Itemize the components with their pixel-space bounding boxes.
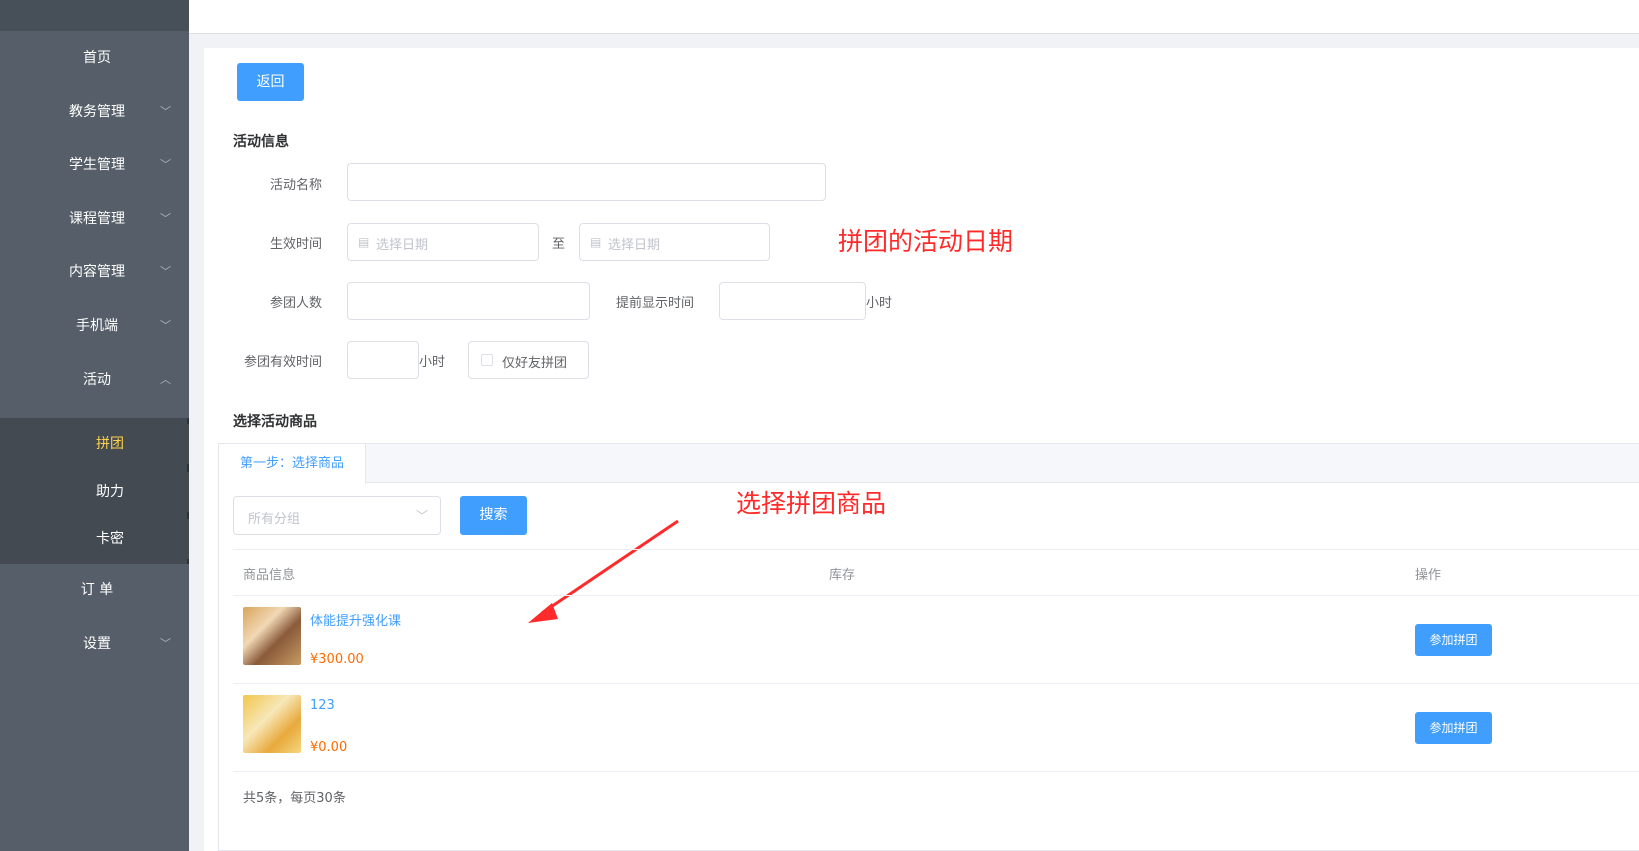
table-top-divider [233,549,1639,550]
chevron-down-icon: ﹀ [160,212,171,225]
group-select[interactable]: 所有分组 ﹀ [233,496,441,535]
select-products-title: 选择活动商品 [233,414,317,430]
sidebar-item-orders[interactable]: 订 单 [0,570,189,610]
chevron-down-icon: ﹀ [415,509,428,523]
group-select-placeholder: 所有分组 [248,512,301,527]
product-name[interactable]: 体能提升强化课 [310,610,401,629]
product-name[interactable]: 123 [310,698,335,713]
chevron-down-icon: ﹀ [160,158,171,171]
valid-time-label: 参团有效时间 [243,355,322,370]
members-input[interactable] [347,282,590,320]
sidebar-item-label: 订 单 [80,582,114,598]
top-bar [189,0,1639,34]
sidebar-item-courses[interactable]: 课程管理 ﹀ [0,199,189,239]
activity-name-label: 活动名称 [269,178,322,193]
sidebar-item-activity[interactable]: 活动 ︿ [0,360,189,400]
date-annotation: 拼团的活动日期 [838,227,1014,256]
effective-time-label: 生效时间 [269,237,322,252]
valid-time-input[interactable] [347,341,419,379]
calendar-icon: ▤ [358,235,370,249]
activity-info-title: 活动信息 [233,134,289,150]
chevron-up-icon: ︿ [160,373,171,386]
sidebar-subitem-card[interactable]: 卡密 [0,519,189,559]
sidebar-item-students[interactable]: 学生管理 ﹀ [0,145,189,185]
sidebar-subitem-label: 卡密 [96,531,124,547]
column-header-product: 商品信息 [243,568,296,583]
date-range-separator: 至 [552,237,566,252]
chevron-down-icon: ﹀ [160,637,171,650]
column-header-action: 操作 [1415,568,1442,583]
activity-name-input[interactable] [347,163,826,201]
friends-only-checkbox[interactable]: 仅好友拼团 [468,341,589,379]
sidebar-subitem-label: 助力 [96,484,124,500]
product-thumbnail [243,695,301,753]
sidebar-item-academic[interactable]: 教务管理 ﹀ [0,92,189,132]
end-date-picker[interactable]: ▤ 选择日期 [579,223,770,261]
row-divider [233,771,1639,772]
product-price: ¥0.00 [310,740,348,755]
members-label: 参团人数 [269,296,322,311]
sidebar-logo-area [0,0,189,31]
chevron-down-icon: ﹀ [160,265,171,278]
product-price: ¥300.00 [310,652,364,667]
advance-time-input[interactable] [719,282,866,320]
column-header-stock: 库存 [829,568,856,583]
advance-time-label: 提前显示时间 [615,296,694,311]
sidebar-item-label: 首页 [83,50,111,66]
start-date-placeholder: 选择日期 [376,238,429,253]
join-groupbuy-button[interactable]: 参加拼团 [1415,712,1492,744]
product-annotation: 选择拼团商品 [736,489,887,518]
valid-time-unit: 小时 [419,355,446,370]
row-divider [233,683,1639,684]
chevron-down-icon: ﹀ [160,319,171,332]
sidebar-item-content[interactable]: 内容管理 ﹀ [0,252,189,292]
advance-time-unit: 小时 [866,296,893,311]
tab-select-products[interactable]: 第一步：选择商品 [219,444,366,484]
table-header-divider [233,595,1639,596]
end-date-placeholder: 选择日期 [608,238,661,253]
friends-only-label: 仅好友拼团 [502,356,568,371]
join-groupbuy-button[interactable]: 参加拼团 [1415,624,1492,656]
search-button[interactable]: 搜索 [460,496,527,535]
product-thumbnail [243,607,301,665]
start-date-picker[interactable]: ▤ 选择日期 [347,223,539,261]
sidebar-item-mobile[interactable]: 手机端 ﹀ [0,306,189,346]
pagination-summary: 共5条，每页30条 [243,791,346,806]
sidebar-subitem-groupbuy[interactable]: 拼团 [0,424,189,464]
back-button[interactable]: 返回 [237,63,304,101]
arrow-annotation-icon [528,519,679,623]
sidebar: 首页 教务管理 ﹀ 学生管理 ﹀ 课程管理 ﹀ 内容管理 ﹀ 手机端 ﹀ 活动 … [0,0,189,851]
sidebar-item-settings[interactable]: 设置 ﹀ [0,624,189,664]
sidebar-subitem-label: 拼团 [96,436,124,452]
sidebar-subitem-assist[interactable]: 助力 [0,472,189,512]
tabs-header: 第一步：选择商品 [219,444,1639,484]
chevron-down-icon: ﹀ [160,105,171,118]
sidebar-item-home[interactable]: 首页 [0,38,189,78]
calendar-icon: ▤ [590,235,602,249]
checkbox-box-icon [481,354,493,366]
